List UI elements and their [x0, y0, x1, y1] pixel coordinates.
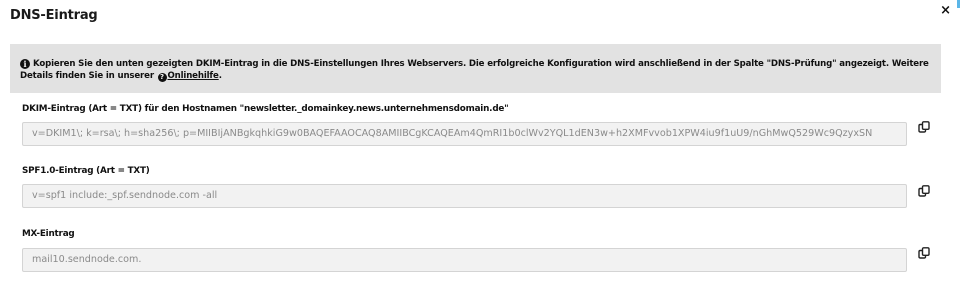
- dkim-input[interactable]: v=DKIM1\; k=rsa\; h=sha256\; p=MIIBIjANB…: [22, 122, 907, 146]
- help-circle-icon: ?: [157, 73, 167, 82]
- close-button[interactable]: ×: [940, 4, 951, 17]
- info-text-end: .: [218, 71, 222, 81]
- info-icon: i: [20, 59, 30, 69]
- mx-input[interactable]: mail10.sendnode.com.: [22, 248, 907, 272]
- dkim-label: DKIM-Eintrag (Art = TXT) für den Hostnam…: [22, 104, 509, 114]
- info-text: Kopieren Sie den unten gezeigten DKIM-Ei…: [20, 59, 929, 81]
- info-box: i Kopieren Sie den unten gezeigten DKIM-E…: [10, 44, 941, 93]
- dialog-title: DNS-Eintrag: [10, 8, 98, 23]
- copy-icon[interactable]: [918, 185, 930, 197]
- mx-label: MX-Eintrag: [22, 229, 75, 239]
- spf-label: SPF1.0-Eintrag (Art = TXT): [22, 166, 150, 176]
- copy-icon[interactable]: [918, 247, 930, 259]
- copy-icon[interactable]: [918, 121, 930, 133]
- onlinehilfe-link[interactable]: Onlinehilfe: [168, 71, 219, 81]
- spf-input[interactable]: v=spf1 include:_spf.sendnode.com -all: [22, 184, 907, 208]
